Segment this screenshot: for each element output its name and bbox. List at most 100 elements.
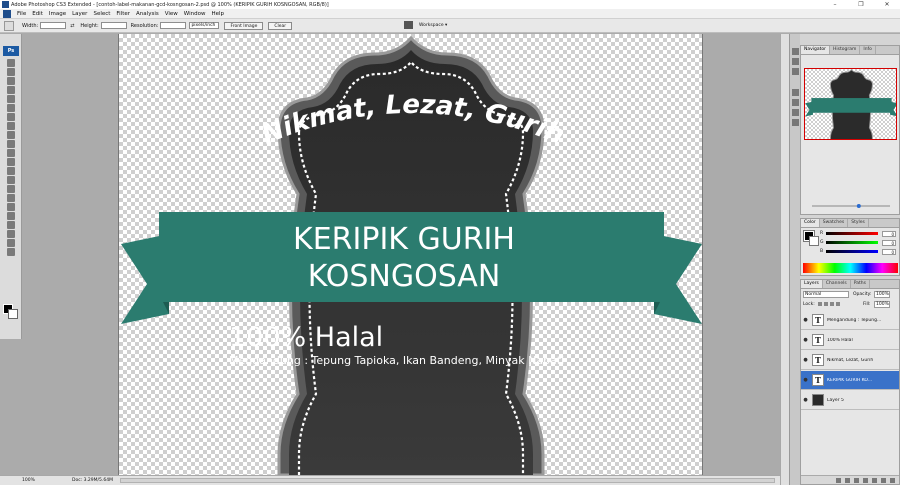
lock-all-icon[interactable]: [836, 302, 840, 306]
color-g-slider[interactable]: [826, 241, 878, 244]
color-g-value[interactable]: 0: [882, 239, 896, 246]
layer-mask-icon[interactable]: [854, 477, 859, 483]
menu-edit[interactable]: Edit: [29, 11, 46, 17]
workspace-icon[interactable]: [404, 21, 413, 29]
vertical-scrollbar[interactable]: [780, 34, 789, 485]
document-canvas[interactable]: Nikmat, Lezat, Gurih KERIPIK GURIH KOSNG…: [118, 34, 703, 475]
navigator-zoom-slider[interactable]: [804, 204, 897, 208]
background-color-swatch[interactable]: [8, 309, 18, 319]
blur-tool-icon[interactable]: [7, 167, 15, 175]
color-b-slider[interactable]: [826, 250, 878, 253]
front-image-button[interactable]: Front Image: [224, 21, 264, 30]
navigator-preview[interactable]: [804, 68, 897, 140]
history-panel-icon[interactable]: [792, 48, 799, 55]
color-r-value[interactable]: 0: [882, 230, 896, 237]
marquee-tool-icon[interactable]: [7, 68, 15, 76]
restore-button[interactable]: ❐: [848, 0, 874, 9]
eyedropper-tool-icon[interactable]: [7, 230, 15, 238]
menu-filter[interactable]: Filter: [113, 11, 133, 17]
resolution-unit-select[interactable]: pixels/inch: [189, 22, 220, 29]
menu-view[interactable]: View: [162, 11, 181, 17]
visibility-eye-icon[interactable]: ●: [801, 337, 810, 343]
visibility-eye-icon[interactable]: ●: [801, 357, 810, 363]
color-spectrum-bar[interactable]: [803, 263, 898, 273]
pen-tool-icon[interactable]: [7, 185, 15, 193]
menu-window[interactable]: Window: [181, 11, 209, 17]
workspace-button[interactable]: Workspace ▾: [419, 23, 447, 28]
lock-image-icon[interactable]: [824, 302, 828, 306]
tool-presets-icon[interactable]: [792, 68, 799, 75]
tab-channels[interactable]: Channels: [823, 280, 851, 288]
tab-color[interactable]: Color: [801, 219, 820, 227]
hand-tool-icon[interactable]: [7, 239, 15, 247]
tab-layers[interactable]: Layers: [801, 280, 823, 288]
delete-layer-icon[interactable]: [890, 477, 895, 483]
tab-styles[interactable]: Styles: [848, 219, 869, 227]
blend-mode-select[interactable]: Normal: [803, 291, 849, 298]
tab-paths[interactable]: Paths: [851, 280, 870, 288]
tab-navigator[interactable]: Navigator: [801, 46, 831, 54]
zoom-level[interactable]: 100%: [22, 478, 42, 483]
crop-tool-preset-icon[interactable]: [4, 20, 14, 31]
visibility-eye-icon[interactable]: ●: [801, 377, 810, 383]
resolution-input[interactable]: [160, 22, 187, 29]
layer-row[interactable]: ● T Nikmat, Lezat, Gurih: [801, 351, 899, 370]
visibility-eye-icon[interactable]: ●: [801, 317, 810, 323]
path-select-icon[interactable]: [7, 203, 15, 211]
menu-analysis[interactable]: Analysis: [133, 11, 162, 17]
layer-row[interactable]: ● T Mengandung : Tepung...: [801, 311, 899, 330]
color-background-swatch[interactable]: [809, 236, 819, 246]
link-layers-icon[interactable]: [836, 477, 841, 483]
magic-wand-tool-icon[interactable]: [7, 86, 15, 94]
actions-panel-icon[interactable]: [792, 58, 799, 65]
menu-image[interactable]: Image: [46, 11, 69, 17]
history-brush-icon[interactable]: [7, 140, 15, 148]
lock-position-icon[interactable]: [830, 302, 834, 306]
zoom-tool-icon[interactable]: [7, 248, 15, 256]
tab-swatches[interactable]: Swatches: [820, 219, 849, 227]
color-r-slider[interactable]: [826, 232, 878, 235]
clone-stamp-icon[interactable]: [7, 131, 15, 139]
notes-tool-icon[interactable]: [7, 221, 15, 229]
new-layer-icon[interactable]: [881, 477, 886, 483]
menu-select[interactable]: Select: [90, 11, 113, 17]
layer-row[interactable]: ● Layer 5: [801, 391, 899, 410]
layer-style-icon[interactable]: [845, 477, 850, 483]
adjustment-layer-icon[interactable]: [863, 477, 868, 483]
layer-row[interactable]: ● T 100% Halal: [801, 331, 899, 350]
horizontal-scrollbar[interactable]: [120, 478, 775, 483]
tab-info[interactable]: Info: [860, 46, 876, 54]
move-tool-icon[interactable]: [7, 59, 15, 67]
brushes-panel-icon[interactable]: [792, 89, 799, 96]
tab-histogram[interactable]: Histogram: [830, 46, 861, 54]
menu-help[interactable]: Help: [208, 11, 227, 17]
lasso-tool-icon[interactable]: [7, 77, 15, 85]
type-tool-icon[interactable]: [7, 194, 15, 202]
width-input[interactable]: [40, 22, 67, 29]
new-group-icon[interactable]: [872, 477, 877, 483]
gradient-tool-icon[interactable]: [7, 158, 15, 166]
paragraph-panel-icon[interactable]: [792, 119, 799, 126]
layer-row-selected[interactable]: ● T KERIPIK GURIH KO...: [801, 371, 899, 390]
slice-tool-icon[interactable]: [7, 104, 15, 112]
clear-button[interactable]: Clear: [268, 21, 293, 30]
character-panel-icon[interactable]: [792, 109, 799, 116]
menu-layer[interactable]: Layer: [69, 11, 90, 17]
shape-tool-icon[interactable]: [7, 212, 15, 220]
lock-transparent-icon[interactable]: [818, 302, 822, 306]
visibility-eye-icon[interactable]: ●: [801, 397, 810, 403]
swap-icon[interactable]: ⇄: [70, 23, 74, 29]
minimize-button[interactable]: –: [822, 0, 848, 9]
brush-tool-icon[interactable]: [7, 122, 15, 130]
dodge-tool-icon[interactable]: [7, 176, 15, 184]
ps-menu-icon[interactable]: [3, 9, 11, 18]
fill-input[interactable]: 100%: [874, 301, 890, 308]
clone-source-icon[interactable]: [792, 99, 799, 106]
menu-file[interactable]: File: [14, 11, 29, 17]
height-input[interactable]: [100, 22, 127, 29]
eraser-tool-icon[interactable]: [7, 149, 15, 157]
crop-tool-icon[interactable]: [7, 95, 15, 103]
opacity-input[interactable]: 100%: [874, 291, 890, 298]
healing-brush-icon[interactable]: [7, 113, 15, 121]
color-b-value[interactable]: 0: [882, 248, 896, 255]
